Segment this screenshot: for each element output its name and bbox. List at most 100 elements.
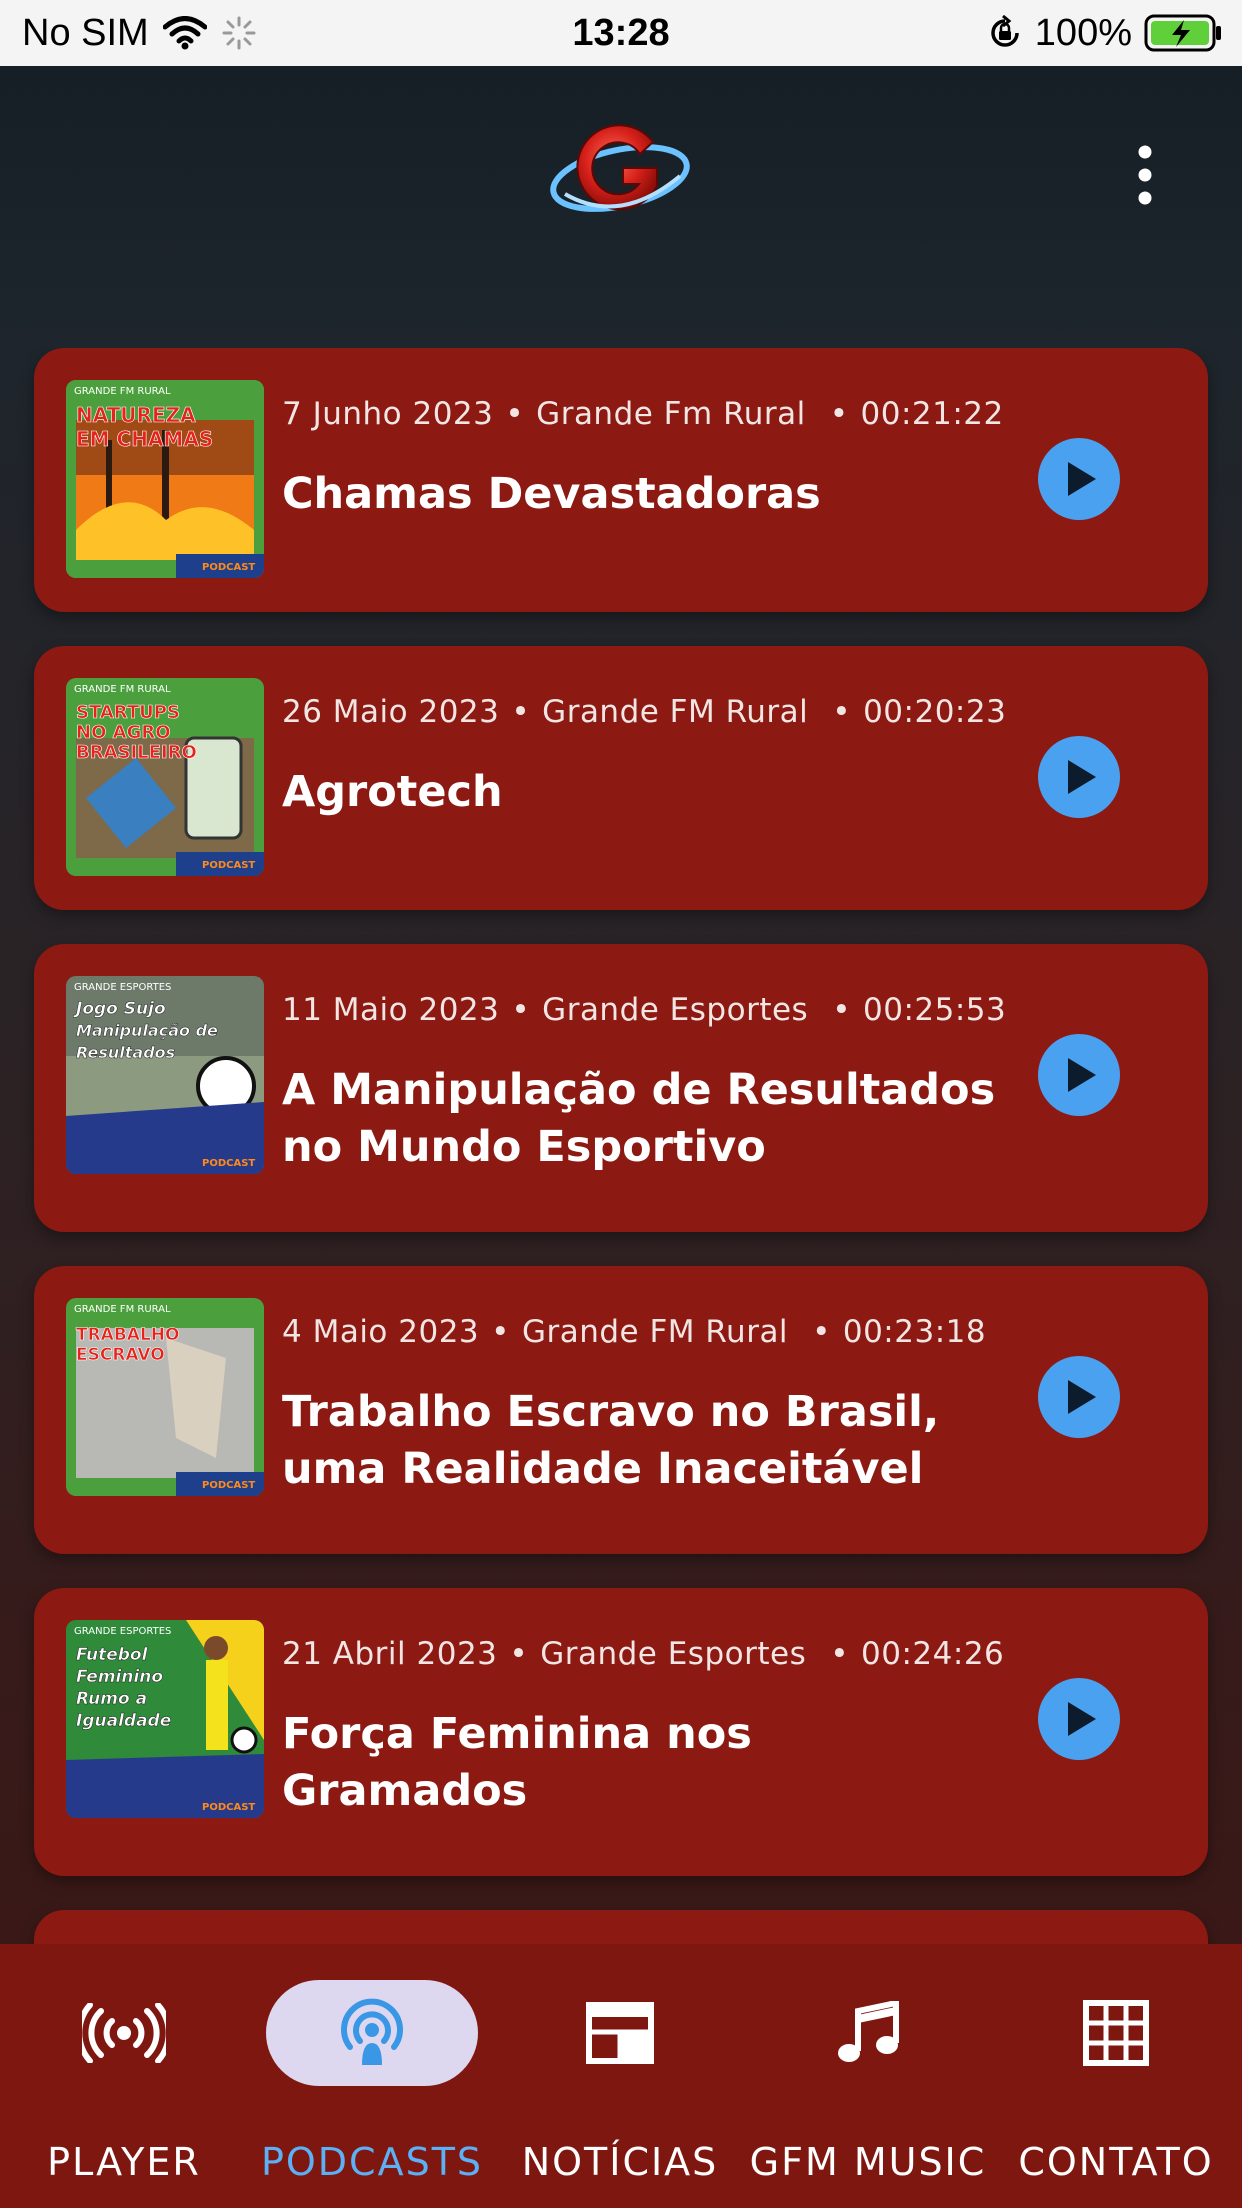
podcast-meta: 21 Abril 2023 • Grande Esportes • 00:24:26 <box>282 1636 1004 1672</box>
podcast-duration: 00:21:22 <box>860 396 1004 432</box>
podcast-meta: 11 Maio 2023 • Grande Esportes • 00:25:53 <box>282 992 1006 1028</box>
svg-text:Futebol: Futebol <box>76 1645 149 1665</box>
podcast-card[interactable]: GRANDE FM RURAL NATUREZA EM CHAMAS PODCA… <box>34 348 1208 612</box>
podcast-program: Grande Esportes <box>540 1636 807 1672</box>
play-icon <box>1068 462 1096 496</box>
podcast-title: A Manipulação de Resultados no Mundo Esp… <box>282 1065 996 1172</box>
battery-percent: 100% <box>1034 11 1132 54</box>
svg-text:STARTUPS: STARTUPS <box>76 702 180 723</box>
nav-player[interactable]: PLAYER <box>0 1980 248 2184</box>
podcast-cover: GRANDE FM RURAL NATUREZA EM CHAMAS PODCA… <box>66 380 264 578</box>
podcast-date: 7 Junho 2023 <box>282 396 494 432</box>
podcast-date: 26 Maio 2023 <box>282 694 500 730</box>
svg-text:Rumo a: Rumo a <box>76 1689 147 1709</box>
separator: • <box>511 694 531 730</box>
play-button[interactable] <box>1038 736 1120 818</box>
podcast-program: Grande FM Rural <box>521 1314 789 1350</box>
radio-broadcast-icon <box>82 2003 166 2063</box>
nav-label: PODCASTS <box>260 2140 484 2184</box>
nav-label: CONTATO <box>1018 2140 1214 2184</box>
nav-contato[interactable]: CONTATO <box>992 1980 1240 2184</box>
play-icon <box>1068 1380 1096 1414</box>
podcast-duration: 00:20:23 <box>863 694 1007 730</box>
nav-icon-wrap <box>744 1980 992 2086</box>
podcast-card[interactable]: GRANDE ESPORTES Jogo Sujo Manipulação de… <box>34 944 1208 1232</box>
separator: • <box>505 396 525 432</box>
more-menu-button[interactable] <box>1120 136 1170 216</box>
nav-icon-wrap <box>0 1980 248 2086</box>
svg-text:PODCAST: PODCAST <box>202 1480 255 1491</box>
play-button[interactable] <box>1038 1678 1120 1760</box>
podcast-cover: GRANDE ESPORTES Jogo Sujo Manipulação de… <box>66 976 264 1174</box>
svg-text:GRANDE ESPORTES: GRANDE ESPORTES <box>74 1626 171 1637</box>
podcast-card[interactable]: GRANDE FM RURAL STARTUPS NO AGRO BRASILE… <box>34 646 1208 910</box>
podcast-list[interactable]: GRANDE FM RURAL NATUREZA EM CHAMAS PODCA… <box>0 348 1242 1944</box>
separator: • <box>829 396 849 432</box>
svg-text:PODCAST: PODCAST <box>202 562 255 573</box>
nav-noticias[interactable]: NOTÍCIAS <box>496 1980 744 2184</box>
play-icon <box>1068 1702 1096 1736</box>
svg-text:GRANDE ESPORTES: GRANDE ESPORTES <box>74 982 171 993</box>
svg-text:Feminino: Feminino <box>76 1667 163 1687</box>
podcast-meta: 4 Maio 2023 • Grande FM Rural • 00:23:18 <box>282 1314 986 1350</box>
svg-text:NATUREZA: NATUREZA <box>76 403 196 427</box>
status-right: 100% <box>987 8 1224 58</box>
podcast-program: Grande Fm Rural <box>536 396 806 432</box>
podcast-cover: GRANDE FM RURAL STARTUPS NO AGRO BRASILE… <box>66 678 264 876</box>
status-bar: No SIM 13:28 100% <box>0 0 1242 66</box>
svg-text:Jogo Sujo: Jogo Sujo <box>73 999 166 1019</box>
svg-text:PODCAST: PODCAST <box>202 1802 255 1813</box>
podcast-date: 11 Maio 2023 <box>282 992 500 1028</box>
nav-icon-wrap <box>496 1980 744 2086</box>
cover-art: GRANDE FM RURAL STARTUPS NO AGRO BRASILE… <box>66 678 264 876</box>
podcast-card[interactable]: GRANDE FM RURAL TRABALHO ESCRAVO PODCAST… <box>34 1266 1208 1554</box>
orientation-lock-icon <box>991 15 1019 47</box>
grande-fm-logo <box>550 124 690 212</box>
cover-art: GRANDE FM RURAL TRABALHO ESCRAVO PODCAST <box>66 1298 264 1496</box>
podcast-cover: GRANDE FM RURAL TRABALHO ESCRAVO PODCAST <box>66 1298 264 1496</box>
svg-text:PODCAST: PODCAST <box>202 1158 255 1169</box>
podcast-title: Agrotech <box>282 767 503 817</box>
battery-charging-icon <box>1144 14 1221 52</box>
svg-text:GRANDE FM RURAL: GRANDE FM RURAL <box>74 684 171 695</box>
podcast-title: Chamas Devastadoras <box>282 469 821 519</box>
newspaper-icon <box>586 2002 654 2064</box>
podcast-card-partial[interactable] <box>34 1910 1208 1944</box>
podcast-program: Grande FM Rural <box>542 694 809 730</box>
podcast-cover: GRANDE ESPORTES Futebol Feminino Rumo a … <box>66 1620 264 1818</box>
podcast-title: Força Feminina nos Gramados <box>282 1709 752 1816</box>
more-vertical-icon <box>1138 145 1152 205</box>
podcast-date: 4 Maio 2023 <box>282 1314 480 1350</box>
cover-art: GRANDE ESPORTES Futebol Feminino Rumo a … <box>66 1620 264 1818</box>
svg-text:GRANDE FM RURAL: GRANDE FM RURAL <box>74 386 171 397</box>
svg-text:Igualdade: Igualdade <box>76 1711 171 1731</box>
podcast-duration: 00:24:26 <box>861 1636 1005 1672</box>
nav-podcasts[interactable]: PODCASTS <box>248 1980 496 2184</box>
grid-icon <box>1083 2000 1149 2066</box>
play-button[interactable] <box>1038 438 1120 520</box>
svg-text:BRASILEIRO: BRASILEIRO <box>76 742 197 763</box>
play-button[interactable] <box>1038 1356 1120 1438</box>
svg-text:GRANDE FM RURAL: GRANDE FM RURAL <box>74 1304 171 1315</box>
nav-icon-wrap <box>248 1980 496 2086</box>
nav-gfm-music[interactable]: GFM MUSIC <box>744 1980 992 2184</box>
svg-text:Resultados: Resultados <box>76 1043 175 1062</box>
podcast-title: Trabalho Escravo no Brasil, uma Realidad… <box>282 1387 940 1494</box>
active-indicator <box>266 1980 478 2086</box>
separator: • <box>832 992 851 1028</box>
podcast-duration: 00:25:53 <box>863 992 1007 1028</box>
svg-text:PODCAST: PODCAST <box>202 860 255 871</box>
cover-art: GRANDE ESPORTES Jogo Sujo Manipulação de… <box>66 976 264 1174</box>
svg-text:NO AGRO: NO AGRO <box>76 722 171 743</box>
play-icon <box>1068 1058 1096 1092</box>
separator: • <box>511 992 531 1028</box>
play-button[interactable] <box>1038 1034 1120 1116</box>
separator: • <box>832 694 852 730</box>
nav-label: GFM MUSIC <box>749 2140 987 2184</box>
podcast-card[interactable]: GRANDE ESPORTES Futebol Feminino Rumo a … <box>34 1588 1208 1876</box>
svg-text:EM CHAMAS: EM CHAMAS <box>76 427 213 451</box>
cover-art: GRANDE FM RURAL NATUREZA EM CHAMAS PODCA… <box>66 380 264 578</box>
podcast-duration: 00:23:18 <box>842 1314 987 1350</box>
svg-text:Manipulação de: Manipulação de <box>76 1021 218 1040</box>
separator: • <box>812 1314 831 1350</box>
